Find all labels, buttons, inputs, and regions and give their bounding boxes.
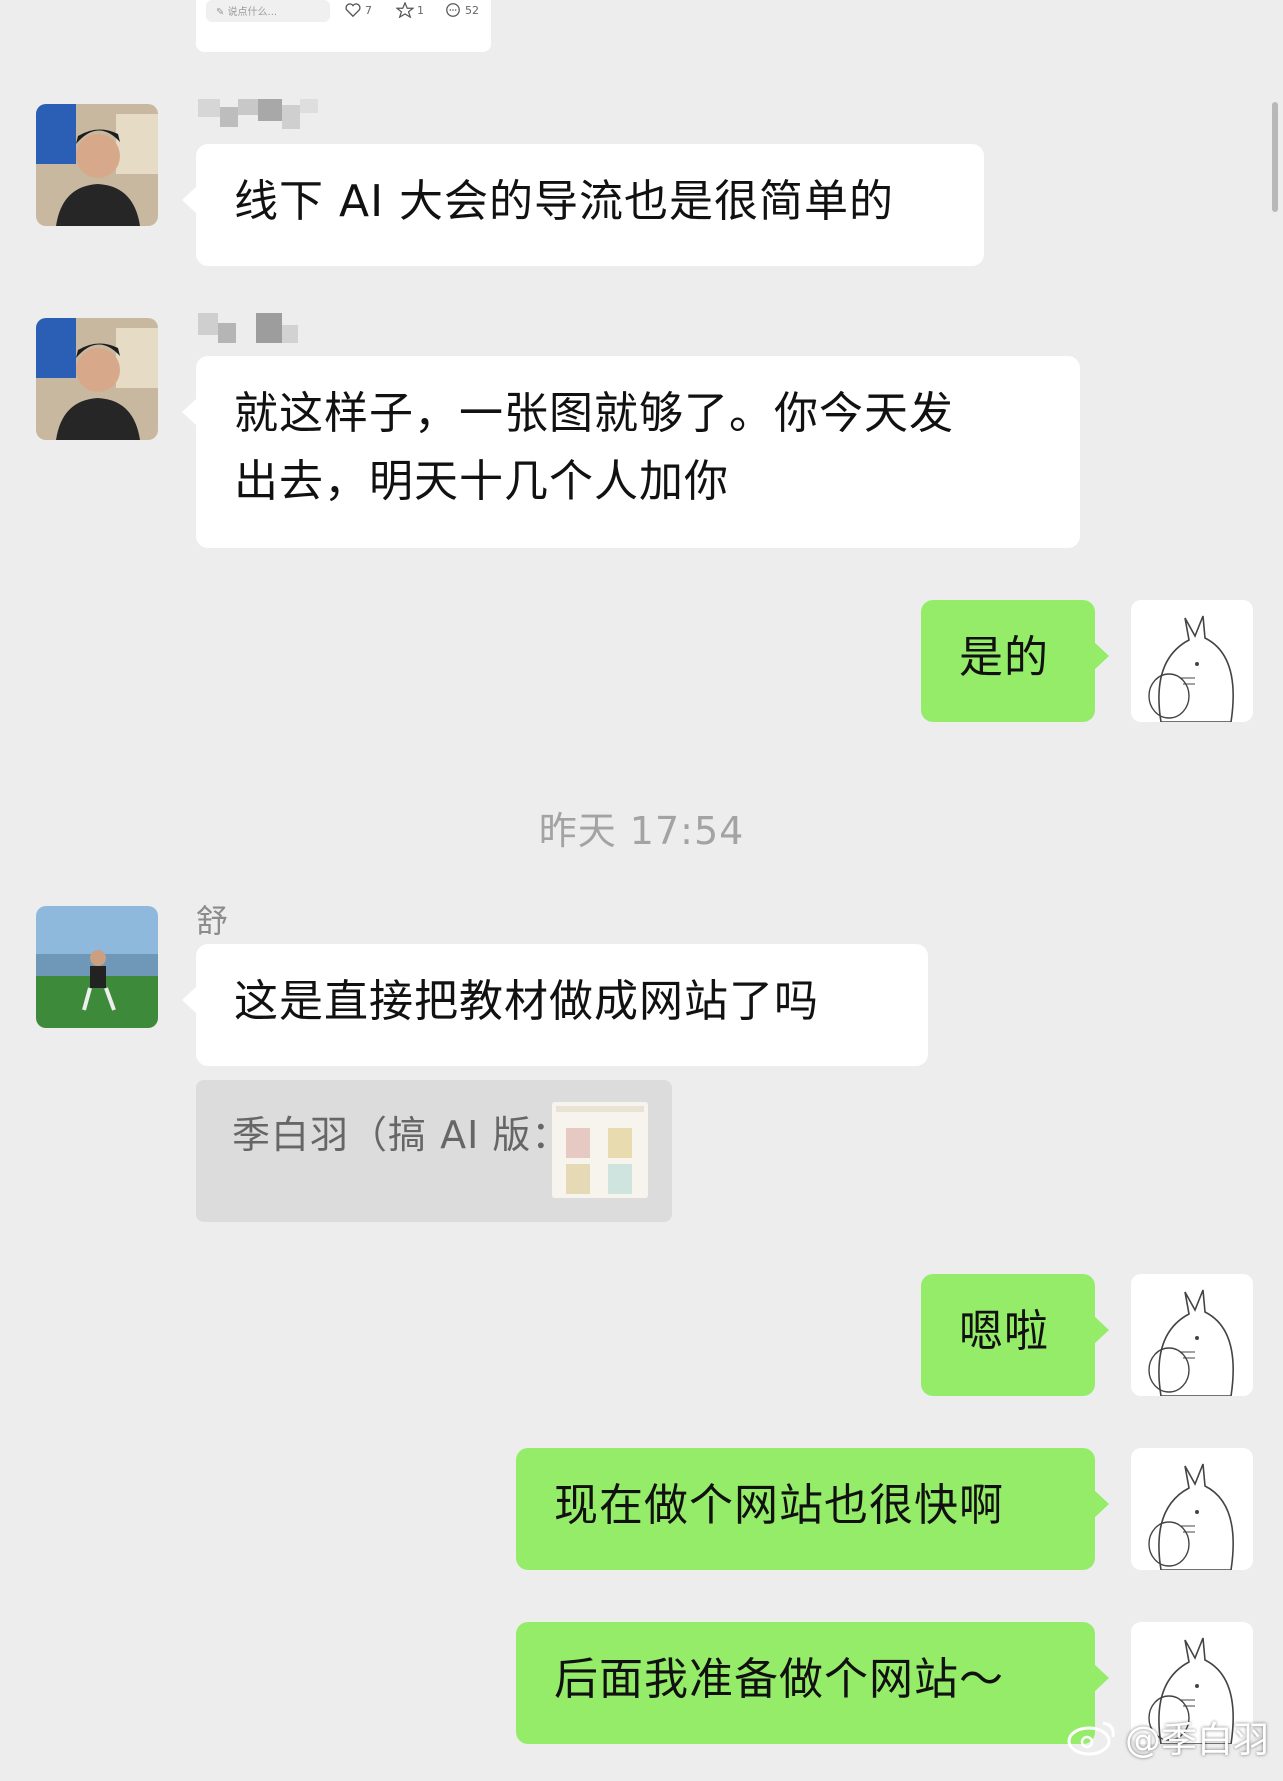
star-icon xyxy=(396,2,414,18)
comment-stat[interactable]: 52 xyxy=(444,2,479,18)
blurred-sender-name xyxy=(198,313,318,349)
quoted-message-text: 季白羽（搞 AI 版： xyxy=(232,1113,571,1157)
favorite-stat[interactable]: 1 xyxy=(396,2,424,18)
message-bubble[interactable]: 线下 AI 大会的导流也是很简单的 xyxy=(182,144,984,266)
message-bubble[interactable]: 就这样子，一张图就够了。你今天发 出去，明天十几个人加你 xyxy=(182,356,1080,548)
avatar-contact-2[interactable] xyxy=(36,906,158,1028)
avatar-contact-1[interactable] xyxy=(36,104,158,226)
quoted-image-thumbnail[interactable] xyxy=(552,1102,648,1198)
message-bubble[interactable]: 现在做个网站也很快啊 xyxy=(516,1448,1109,1570)
message-bubble[interactable]: 嗯啦 xyxy=(921,1274,1109,1396)
blurred-sender-name xyxy=(198,99,318,135)
avatar-self[interactable] xyxy=(1131,600,1253,722)
timestamp: 昨天 17:54 xyxy=(538,809,745,853)
watermark: @季白羽 xyxy=(1065,1711,1269,1763)
message-bubble[interactable]: 后面我准备做个网站～ xyxy=(516,1622,1109,1744)
avatar-contact-1[interactable] xyxy=(36,318,158,440)
avatar-self[interactable] xyxy=(1131,1274,1253,1396)
like-stat[interactable]: 7 xyxy=(344,2,372,18)
avatar-self[interactable] xyxy=(1131,1448,1253,1570)
message-bubble[interactable]: 这是直接把教材做成网站了吗 xyxy=(182,944,928,1066)
weibo-logo-icon xyxy=(1067,1721,1115,1756)
comment-icon xyxy=(446,3,460,17)
scrollbar[interactable] xyxy=(1272,102,1278,212)
message-bubble[interactable]: 是的 xyxy=(921,600,1109,722)
pencil-icon: ✎ xyxy=(216,7,228,18)
comment-input[interactable]: ✎ 说点什么... xyxy=(206,0,330,22)
heart-icon xyxy=(345,3,361,18)
sender-name: 舒 xyxy=(196,902,229,940)
